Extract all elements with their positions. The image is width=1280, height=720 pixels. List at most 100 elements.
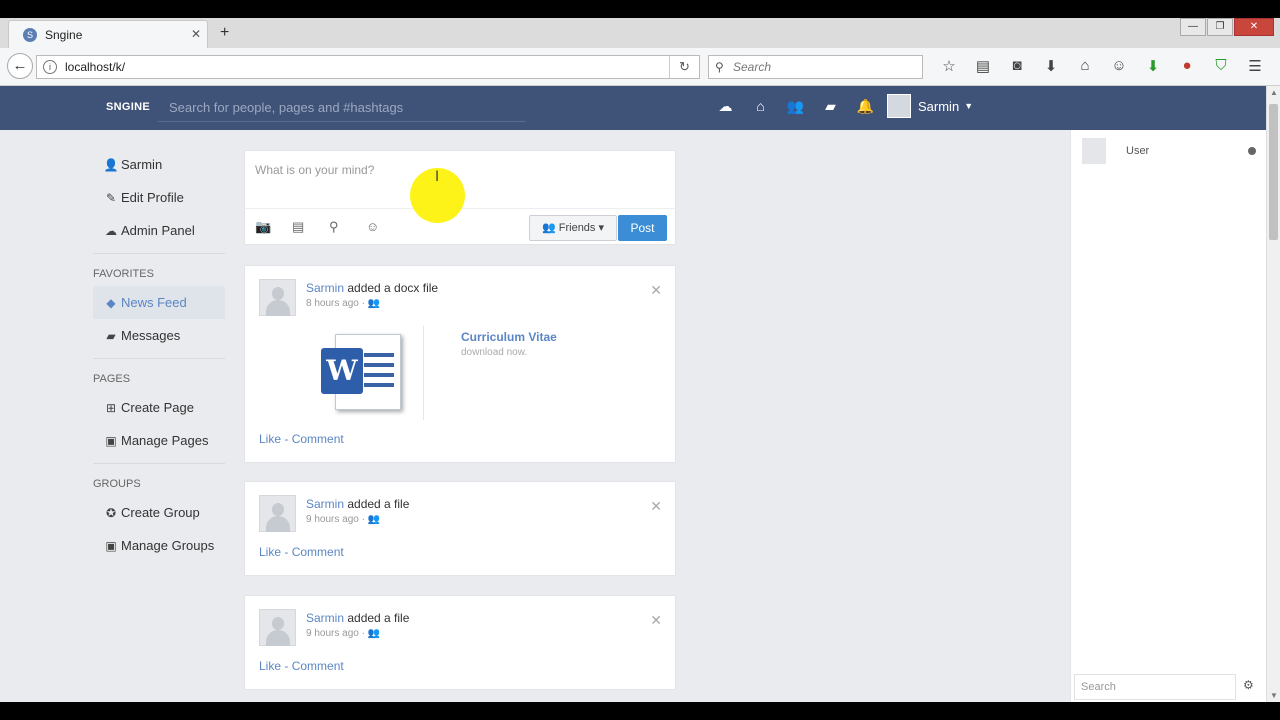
home-icon[interactable]: ⌂ — [743, 98, 778, 115]
post-actions: Like - Comment — [259, 545, 344, 559]
scroll-down-icon[interactable]: ▼ — [1270, 691, 1278, 700]
sidebar-item-label: News Feed — [121, 295, 187, 310]
sidebar-item-admin-panel[interactable]: ☁ Admin Panel — [93, 214, 225, 247]
sidebar-item-create-group[interactable]: ✪ Create Group — [93, 496, 225, 529]
site-logo[interactable]: SNGINE — [106, 101, 150, 113]
back-arrow-icon[interactable]: ← — [7, 53, 33, 79]
sidebar-item-label: Create Group — [121, 505, 200, 520]
cloud-icon[interactable]: ☁ — [708, 98, 743, 115]
pages-heading: PAGES — [93, 358, 225, 391]
close-window-button[interactable]: ✕ — [1234, 18, 1274, 36]
sidebar-item-label: Admin Panel — [121, 223, 195, 238]
reading-list-icon[interactable]: ▤ — [966, 57, 1000, 75]
privacy-dropdown[interactable]: 👥 Friends ▾ — [529, 215, 617, 241]
download-icon[interactable]: ⬇ — [1034, 57, 1068, 75]
user-menu[interactable]: Sarmin ▼ — [887, 94, 973, 118]
address-bar[interactable]: i localhost/k/ ↻ — [36, 55, 700, 79]
action-separator: - — [281, 659, 292, 673]
post-time-text[interactable]: 9 hours ago — [306, 628, 359, 639]
chat-user[interactable]: User — [1082, 138, 1149, 164]
post-time-text[interactable]: 8 hours ago — [306, 298, 359, 309]
file-attachment[interactable]: W Curriculum Vitae download now. — [259, 324, 659, 424]
gear-icon[interactable]: ⚙ — [1243, 678, 1254, 692]
post-author[interactable]: Sarmin — [306, 611, 344, 625]
site-header: SNGINE Search for people, pages and #has… — [0, 86, 1266, 130]
sidebar-item-manage-groups[interactable]: ▣ Manage Groups — [93, 529, 225, 562]
adblock-icon[interactable]: ● — [1170, 57, 1204, 75]
sidebar-item-manage-pages[interactable]: ▣ Manage Pages — [93, 424, 225, 457]
chat-search-input[interactable]: Search — [1074, 674, 1236, 700]
post-button[interactable]: Post — [618, 215, 667, 241]
user-icon: 👤 — [103, 157, 119, 172]
avatar[interactable] — [259, 495, 296, 532]
post-actions: Like - Comment — [259, 432, 344, 446]
maximize-button[interactable]: ❐ — [1207, 18, 1233, 36]
sidebar-item-create-page[interactable]: ⊞ Create Page — [93, 391, 225, 424]
camera-icon[interactable]: 📷 — [255, 219, 292, 235]
close-icon[interactable]: ✕ — [650, 282, 662, 299]
emoji-icon[interactable]: ☺ — [366, 219, 403, 235]
home-icon[interactable]: ⌂ — [1068, 57, 1102, 75]
new-tab-icon[interactable]: + — [220, 24, 229, 42]
like-link[interactable]: Like — [259, 432, 281, 446]
like-link[interactable]: Like — [259, 545, 281, 559]
sidebar-item-messages[interactable]: ▰ Messages — [93, 319, 225, 352]
pencil-icon: ✎ — [105, 190, 117, 205]
bookmark-star-icon[interactable]: ☆ — [932, 57, 966, 75]
friends-icon: 👥 — [541, 222, 559, 234]
close-icon[interactable]: ✕ — [650, 612, 662, 629]
sidebar-item-label: Create Page — [121, 400, 194, 415]
close-icon[interactable]: ✕ — [650, 498, 662, 515]
sidebar-item-profile[interactable]: 👤 Sarmin — [93, 148, 225, 181]
comment-link[interactable]: Comment — [292, 659, 344, 673]
browser-search-input[interactable]: ⚲ Search — [708, 55, 923, 79]
close-tab-icon[interactable]: ✕ — [191, 27, 201, 41]
comment-link[interactable]: Comment — [292, 432, 344, 446]
reload-icon[interactable]: ↻ — [669, 56, 699, 78]
scroll-up-icon[interactable]: ▲ — [1270, 88, 1278, 97]
chat-icon[interactable]: ☺ — [1102, 57, 1136, 75]
friends-icon[interactable]: 👥 — [778, 98, 813, 115]
post-author[interactable]: Sarmin — [306, 281, 344, 295]
left-sidebar: 👤 Sarmin ✎ Edit Profile ☁ Admin Panel FAVOR… — [93, 148, 225, 562]
post-meta: Sarmin added a file — [306, 497, 409, 511]
post-time-text[interactable]: 9 hours ago — [306, 514, 359, 525]
avatar[interactable] — [259, 279, 296, 316]
site-search-input[interactable]: Search for people, pages and #hashtags — [158, 94, 526, 122]
post-author[interactable]: Sarmin — [306, 497, 344, 511]
file-icon[interactable]: ▤ — [292, 219, 329, 235]
bell-icon[interactable]: 🔔 — [848, 98, 883, 115]
group-add-icon: ✪ — [105, 505, 117, 520]
scrollbar-thumb[interactable] — [1269, 104, 1278, 240]
sidebar-item-edit-profile[interactable]: ✎ Edit Profile — [93, 181, 225, 214]
publisher-footer: 📷 ▤ ⚲ ☺ 👥 Friends ▾ Post — [245, 208, 675, 244]
action-separator: - — [281, 432, 292, 446]
menu-icon[interactable]: ☰ — [1238, 57, 1272, 75]
pocket-icon[interactable]: ◙ — [1000, 57, 1034, 75]
comment-link[interactable]: Comment — [292, 545, 344, 559]
post-actions: Like - Comment — [259, 659, 344, 673]
publisher-input[interactable]: What is on your mind? — [255, 163, 374, 177]
text-cursor-icon: I — [435, 169, 440, 185]
page-scrollbar[interactable]: ▲ ▼ — [1266, 86, 1280, 702]
friends-icon: · 👥 — [358, 628, 381, 639]
browser-search-placeholder: Search — [733, 60, 772, 74]
url-text: localhost/k/ — [65, 60, 126, 74]
shield-icon[interactable]: ⛉ — [1204, 57, 1238, 75]
browser-toolbar: ← i localhost/k/ ↻ ⚲ Search ☆ ▤ ◙ ⬇ ⌂ ☺ … — [0, 48, 1280, 86]
info-icon[interactable]: i — [43, 60, 57, 74]
messages-icon[interactable]: ▰ — [813, 98, 848, 115]
sidebar-item-news-feed[interactable]: ◆ News Feed — [93, 286, 225, 319]
cloud-icon: ☁ — [105, 223, 117, 238]
downloader-extension-icon[interactable]: ⬇ — [1136, 57, 1170, 75]
browser-tab[interactable]: S Sngine ✕ — [8, 20, 208, 48]
groups-icon: ▣ — [105, 538, 117, 553]
location-icon[interactable]: ⚲ — [329, 219, 366, 235]
sidebar-item-label: Sarmin — [121, 157, 163, 172]
like-link[interactable]: Like — [259, 659, 281, 673]
file-download-hint: download now. — [461, 347, 528, 358]
avatar[interactable] — [259, 609, 296, 646]
file-title[interactable]: Curriculum Vitae — [461, 330, 557, 344]
post-time: 9 hours ago · 👥 — [306, 628, 380, 639]
minimize-button[interactable]: — — [1180, 18, 1206, 36]
